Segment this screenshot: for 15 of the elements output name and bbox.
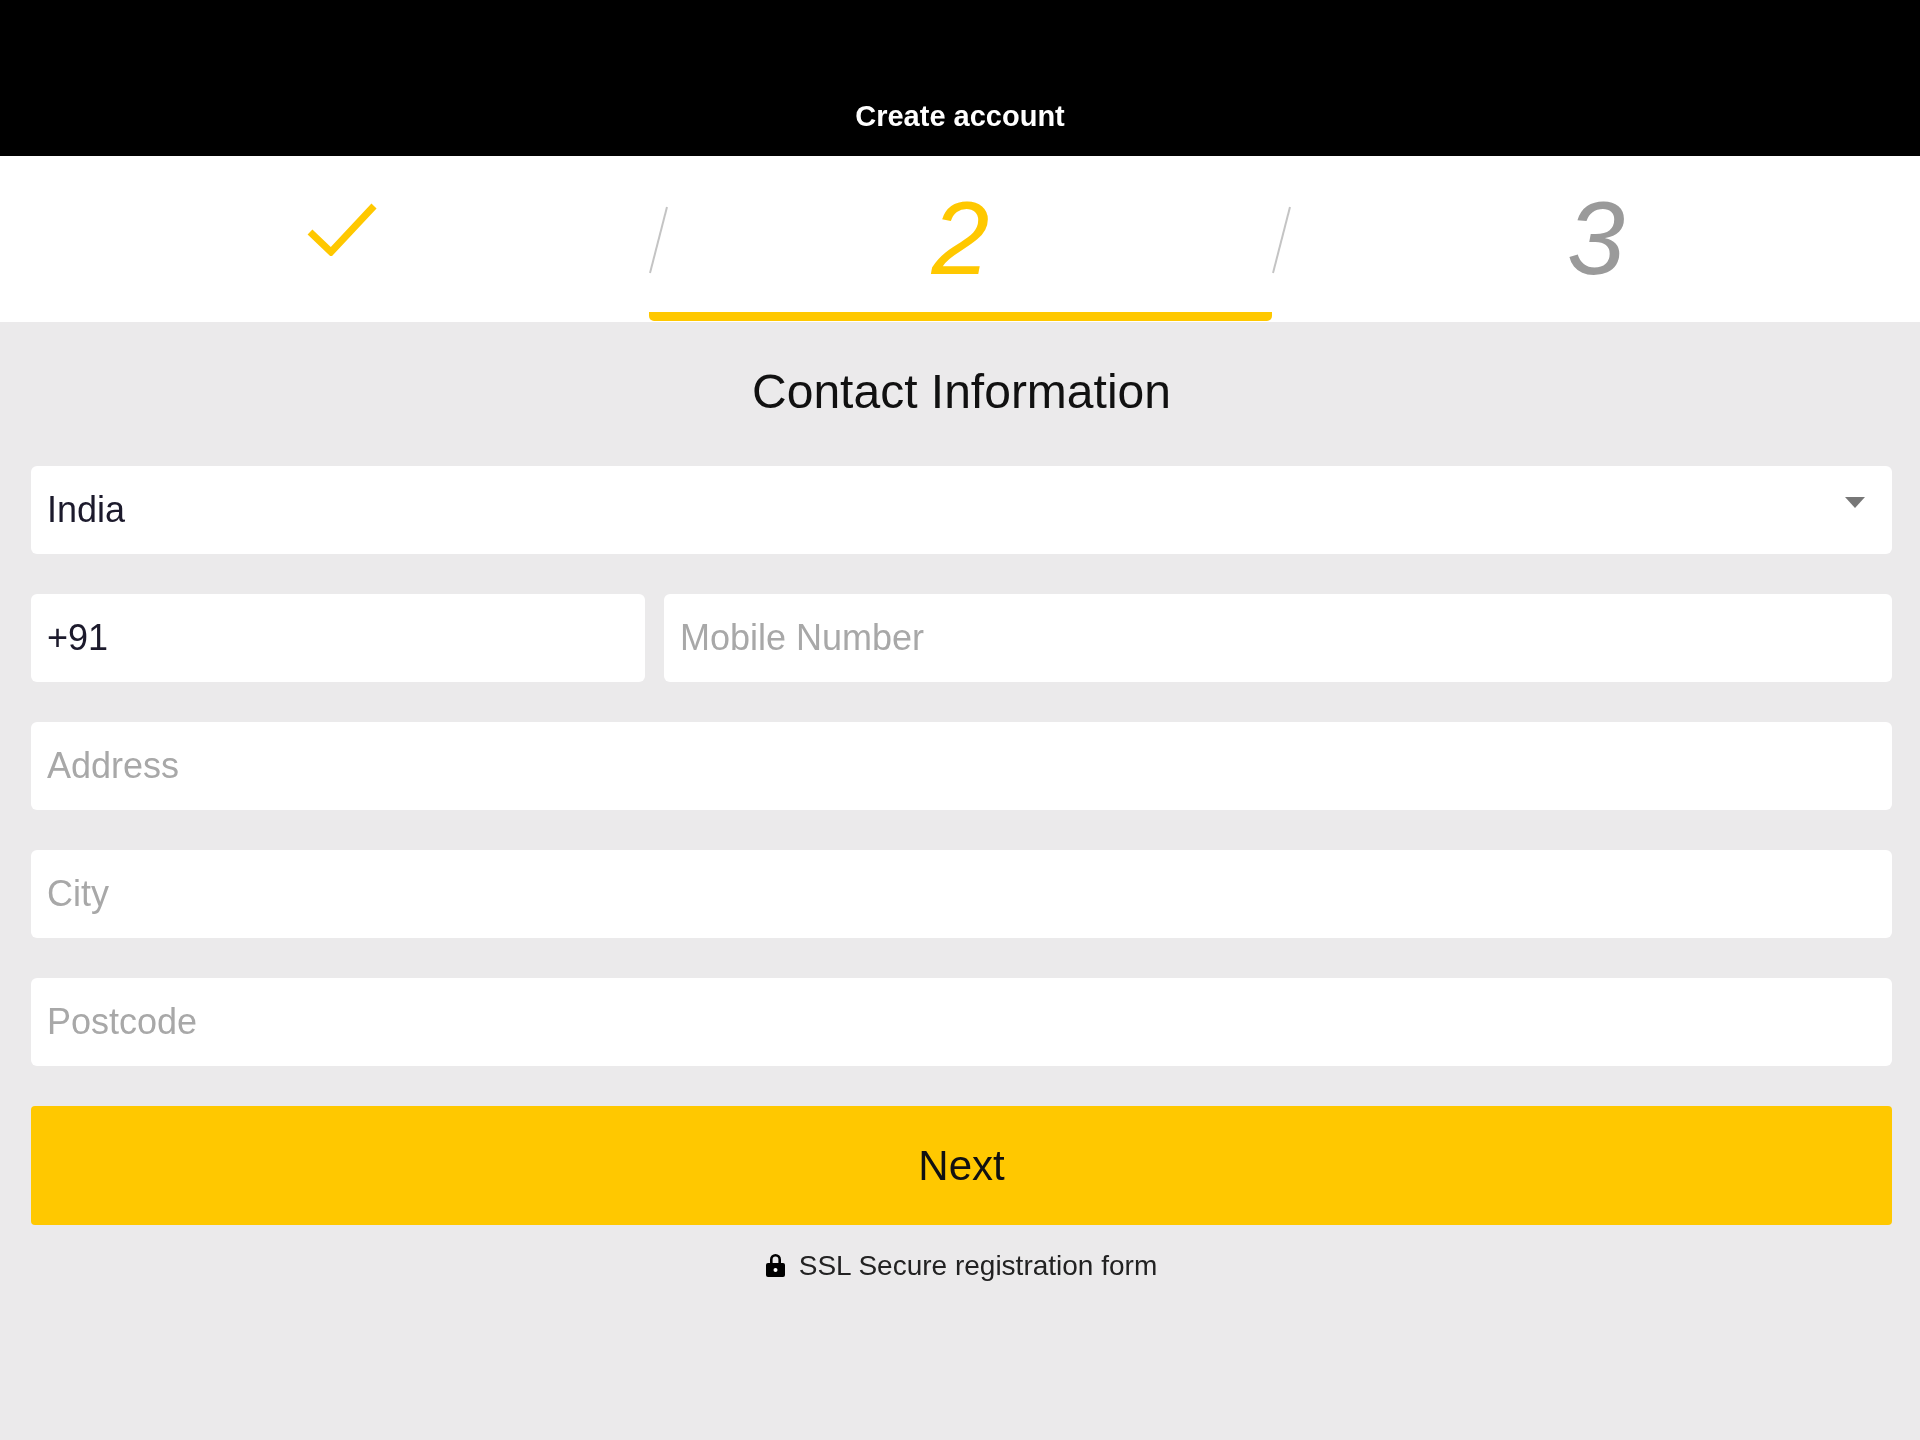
page-title: Create account — [855, 99, 1065, 134]
separator-icon — [649, 206, 668, 274]
input-field[interactable]: Postcode — [31, 977, 1892, 1066]
input-field[interactable]: City — [31, 849, 1892, 938]
phone-code-field[interactable]: +91 — [31, 593, 645, 682]
separator-icon — [1272, 206, 1291, 274]
secure-note: SSL Secure registration form — [798, 1248, 1158, 1283]
mobile-number-field[interactable]: Mobile Number — [664, 593, 1892, 682]
checkmark-icon — [306, 202, 377, 256]
section-heading: Contact Information — [751, 364, 1172, 420]
next-button[interactable]: Next — [31, 1105, 1892, 1225]
country-select[interactable]: India — [31, 465, 1892, 554]
input-field[interactable]: Address — [31, 721, 1892, 810]
caret-icon — [1845, 497, 1865, 509]
lock-icon — [765, 1253, 785, 1278]
